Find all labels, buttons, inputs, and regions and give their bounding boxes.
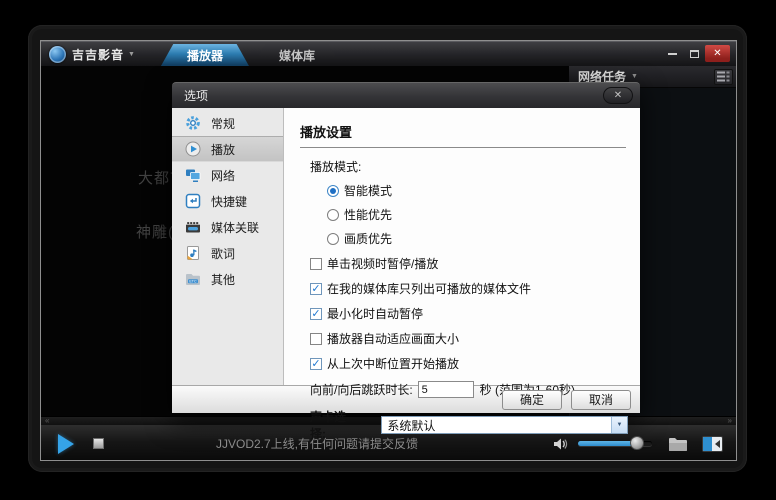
radio-label: 智能模式 [344,182,392,199]
checkbox-auto-fit-size[interactable]: ✓ 播放器自动适应画面大小 [310,330,628,347]
play-circle-icon [185,141,201,157]
options-dialog: 选项 ✕ 常规 [172,82,640,413]
jump-duration-label: 向前/向后跳跃时长: [310,381,413,398]
cancel-button[interactable]: 取消 [571,390,631,410]
section-title: 播放设置 [300,122,626,148]
sidebar-item-label: 快捷键 [211,193,247,210]
radio-performance-priority[interactable]: 性能优先 [327,206,628,223]
enter-key-icon [185,193,201,209]
playlist-toggle-button[interactable] [702,436,723,452]
jump-duration-input[interactable] [418,381,474,398]
sound-card-row: 声卡选择: 系统默认 ▼ [310,408,628,442]
radio-label: 性能优先 [344,206,392,223]
list-view-icon [717,71,730,82]
radio-icon [327,233,339,245]
tab-media-library[interactable]: 媒体库 [253,44,341,66]
dialog-close-button[interactable]: ✕ [603,87,633,104]
dialog-sidebar: 常规 播放 网络 [172,108,284,385]
checkbox-label: 单击视频时暂停/播放 [327,255,438,272]
sound-card-select[interactable]: 系统默认 ▼ [381,416,628,434]
sidebar-item-label: 网络 [211,167,235,184]
checkbox-icon: ✓ [310,333,322,345]
checkbox-label: 从上次中断位置开始播放 [327,355,459,372]
sidebar-item-playback[interactable]: 播放 [172,136,283,162]
network-icon [185,167,201,183]
volume-thumb[interactable] [630,436,644,450]
video-bg-text: 神雕( [136,221,174,242]
sidebar-item-label: 播放 [211,141,235,158]
dialog-close-icon: ✕ [614,90,622,101]
playback-settings-panel: 播放设置 播放模式: 智能模式 性能优先 画质优先 ✓ 单击视频时暂停/播放 [284,108,640,385]
app-title[interactable]: 吉吉影音 [72,46,124,63]
radio-icon [327,209,339,221]
etc-folder-icon: ETC [185,271,201,287]
lyrics-icon [185,245,201,261]
sidebar-item-label: 歌词 [211,245,235,262]
sound-card-label: 声卡选择: [310,408,359,442]
dialog-title-bar[interactable]: 选项 ✕ [172,82,640,108]
sidebar-item-lyrics[interactable]: 歌词 [172,240,283,266]
sidebar-item-label: 其他 [211,271,235,288]
sidebar-item-label: 常规 [211,115,235,132]
app-logo-icon [49,46,66,63]
svg-text:ETC: ETC [189,279,197,283]
collapse-left-icon [712,437,722,451]
checkbox-resume-playback[interactable]: ✓ 从上次中断位置开始播放 [310,355,628,372]
gear-icon [185,115,201,131]
folder-button[interactable] [668,436,688,452]
close-icon: ✕ [713,48,721,59]
dialog-title: 选项 [184,87,208,104]
minimize-button[interactable] [661,45,683,62]
sidebar-item-general[interactable]: 常规 [172,110,283,136]
sound-card-value: 系统默认 [382,417,611,434]
main-tabs: 播放器 媒体库 [161,44,345,66]
sidebar-item-hotkeys[interactable]: 快捷键 [172,188,283,214]
screen: 吉吉影音 ▼ 播放器 媒体库 ✕ 大都市 神雕( 网络任务 ▼ [0,0,776,500]
checkbox-label: 最小化时自动暂停 [327,305,423,322]
dropdown-arrow-icon[interactable]: ▼ [611,417,627,433]
checkbox-label: 在我的媒体库只列出可播放的媒体文件 [327,280,531,297]
title-bar: 吉吉影音 ▼ 播放器 媒体库 ✕ [41,41,736,66]
seek-back-icon[interactable]: « [41,417,53,425]
film-icon [185,219,201,235]
seek-forward-icon[interactable]: » [724,417,736,425]
play-button[interactable] [58,434,74,454]
playback-mode-label: 播放模式: [310,158,628,175]
checkbox-click-pause[interactable]: ✓ 单击视频时暂停/播放 [310,255,628,272]
radio-smart-mode[interactable]: 智能模式 [327,182,628,199]
checkbox-library-playable-only[interactable]: ✓ 在我的媒体库只列出可播放的媒体文件 [310,280,628,297]
tab-player[interactable]: 播放器 [161,44,249,66]
app-menu-caret-icon[interactable]: ▼ [128,51,135,58]
dialog-body: 常规 播放 网络 [172,108,640,385]
maximize-button[interactable] [683,45,705,62]
close-button[interactable]: ✕ [705,45,730,62]
sidebar-item-other[interactable]: ETC 其他 [172,266,283,292]
checkbox-icon: ✓ [310,283,322,295]
checkbox-icon: ✓ [310,308,322,320]
radio-icon [327,185,339,197]
stop-button[interactable] [93,438,104,449]
checkbox-icon: ✓ [310,358,322,370]
list-view-button[interactable] [714,69,733,85]
checkbox-pause-on-minimize[interactable]: ✓ 最小化时自动暂停 [310,305,628,322]
radio-quality-priority[interactable]: 画质优先 [327,230,628,247]
sidebar-item-label: 媒体关联 [211,219,259,236]
minimize-icon [668,53,677,55]
sidebar-item-media-association[interactable]: 媒体关联 [172,214,283,240]
radio-label: 画质优先 [344,230,392,247]
ok-button[interactable]: 确定 [502,390,562,410]
maximize-icon [690,50,699,58]
network-tasks-caret-icon[interactable]: ▼ [631,73,638,80]
sidebar-item-network[interactable]: 网络 [172,162,283,188]
checkbox-icon: ✓ [310,258,322,270]
playlist-toggle-fill [703,437,712,451]
checkbox-label: 播放器自动适应画面大小 [327,330,459,347]
window-controls: ✕ [661,45,730,62]
